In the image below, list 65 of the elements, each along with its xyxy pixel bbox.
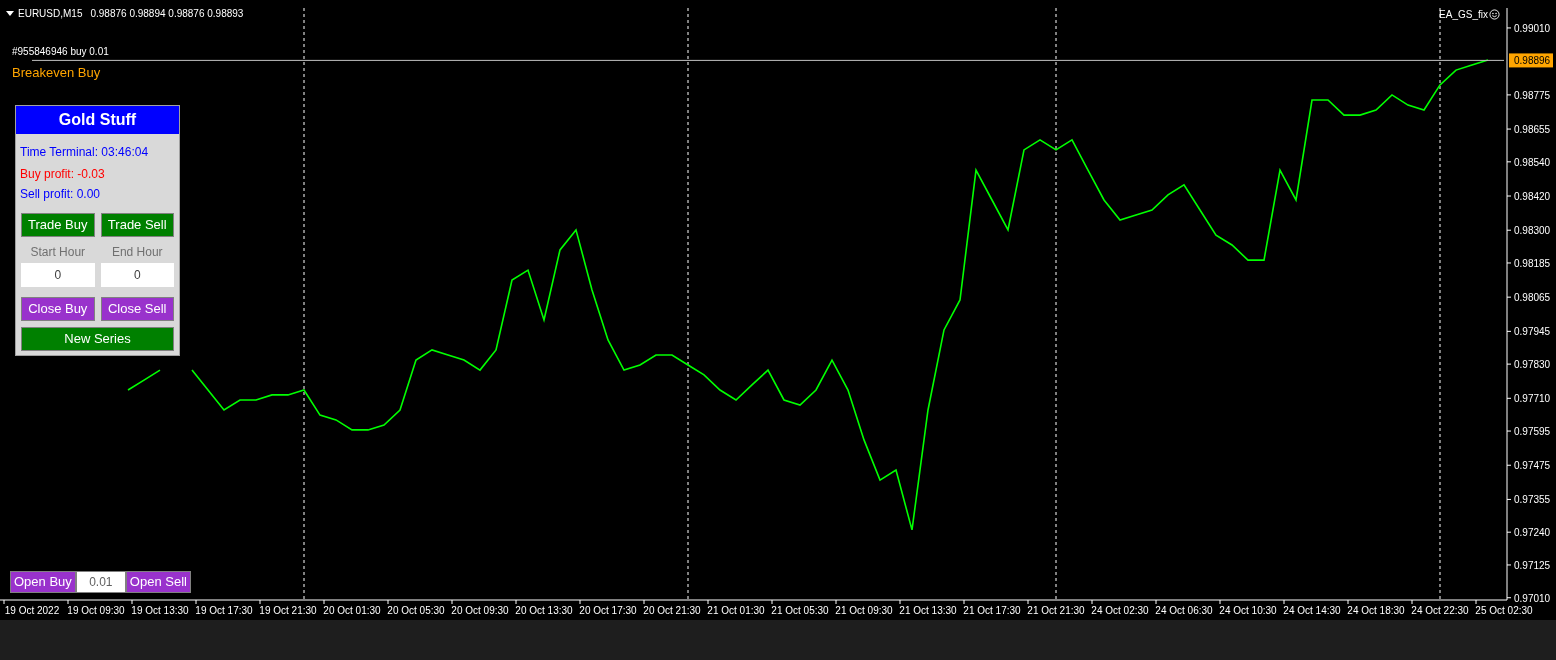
axis-label: 20 Oct 13:30	[515, 605, 573, 616]
axis-label: 21 Oct 21:30	[1027, 605, 1085, 616]
axis-label: 20 Oct 17:30	[579, 605, 637, 616]
hour-field[interactable]: 0	[100, 263, 174, 287]
price-tag: 0.98896	[1509, 53, 1553, 68]
axis-label: 0.97710	[1514, 393, 1551, 405]
axis-label: 0.97355	[1514, 494, 1551, 506]
axis-label: 0.98420	[1514, 191, 1551, 203]
axis-label: 0.97595	[1514, 426, 1551, 438]
axis-label: 0.97010	[1514, 592, 1551, 604]
axis-label: 20 Oct 21:30	[643, 605, 701, 616]
axis-label: 24 Oct 06:30	[1155, 605, 1213, 616]
hour-field[interactable]: 0	[21, 263, 95, 287]
axis-label: 0.98065	[1514, 292, 1551, 304]
axis-label: 0.97240	[1514, 527, 1551, 539]
axis-label: 25 Oct 02:30	[1475, 605, 1533, 616]
terminal-time: Time Terminal: 03:46:04	[19, 144, 150, 161]
axis-label: 0.98300	[1514, 225, 1551, 237]
lot-field[interactable]: 0.01	[75, 571, 126, 593]
axis-label: 19 Oct 21:30	[259, 605, 317, 616]
sell-profit: Sell profit: 0.00	[19, 186, 102, 203]
symbol-label: EURUSD,M15	[18, 7, 83, 21]
new-series-button[interactable]: New Series	[21, 327, 174, 351]
axis-label: 0.99010	[1514, 22, 1551, 34]
axis-label: 0.97125	[1514, 559, 1551, 571]
axis-label: 0.98655	[1514, 124, 1551, 136]
axis-label: 24 Oct 22:30	[1411, 605, 1469, 616]
close-button[interactable]: Close Sell	[100, 297, 174, 321]
panel-title: Gold Stuff	[16, 106, 179, 134]
open-buy-button[interactable]: Open Buy	[10, 571, 76, 593]
expert-name: EA_GS_fix	[1439, 8, 1488, 22]
axis-label: 21 Oct 09:30	[835, 605, 893, 616]
buy-profit: Buy profit: -0.03	[19, 166, 106, 183]
field-label: End Hour	[111, 244, 163, 261]
trade-button[interactable]: Trade Sell	[100, 213, 174, 237]
axis-label: 21 Oct 17:30	[963, 605, 1021, 616]
axis-label: 0.98540	[1514, 156, 1551, 168]
axis-label: 19 Oct 09:30	[67, 605, 125, 616]
axis-label: 24 Oct 14:30	[1283, 605, 1341, 616]
axis-label: 24 Oct 10:30	[1219, 605, 1277, 616]
smiley-icon	[1489, 9, 1500, 20]
trade-button[interactable]: Trade Buy	[21, 213, 95, 237]
axis-label: 19 Oct 2022	[4, 605, 60, 616]
axis-label: 24 Oct 02:30	[1091, 605, 1149, 616]
axis-label: 0.98775	[1514, 89, 1551, 101]
axis-label: 19 Oct 13:30	[131, 605, 189, 616]
ohlc-values: 0.98876 0.98894 0.98876 0.98893	[90, 7, 244, 21]
field-label: Start Hour	[30, 244, 86, 261]
close-button[interactable]: Close Buy	[21, 297, 95, 321]
axis-label: 0.97475	[1514, 460, 1551, 472]
axis-label: 20 Oct 01:30	[323, 605, 381, 616]
open-sell-button[interactable]: Open Sell	[125, 571, 191, 593]
axis-label: 0.97830	[1514, 359, 1551, 371]
axis-label: 0.97945	[1514, 326, 1551, 338]
dropdown-icon[interactable]	[6, 11, 14, 16]
axis-label: 24 Oct 18:30	[1347, 605, 1405, 616]
axis-label: 21 Oct 13:30	[899, 605, 957, 616]
axis-label: 20 Oct 09:30	[451, 605, 509, 616]
axis-label: 20 Oct 05:30	[387, 605, 445, 616]
axis-label: 0.98185	[1514, 258, 1551, 269]
breakeven-label: Breakeven Buy	[12, 64, 101, 82]
axis-label: 19 Oct 17:30	[195, 605, 253, 616]
order-label: #955846946 buy 0.01	[12, 46, 109, 57]
axis-label: 21 Oct 05:30	[771, 605, 829, 616]
axis-label: 21 Oct 01:30	[707, 605, 765, 616]
